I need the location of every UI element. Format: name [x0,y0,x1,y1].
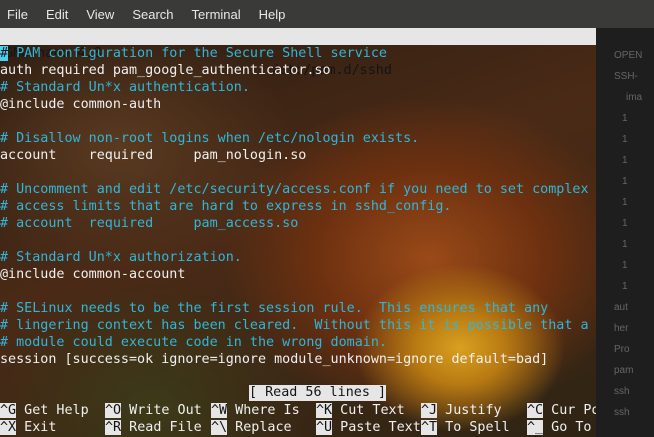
editor-line[interactable]: # account required pam_access.so [0,215,596,232]
shortcut-label: Write Out [121,403,202,418]
background-panel-item: Pro [614,344,630,355]
background-panel-item: 1 [622,218,628,229]
terminal-window[interactable]: GNU nano 4.8 /etc/pam.d/sshd # PAM confi… [0,28,596,437]
editor-line[interactable]: # Standard Un*x authorization. [0,249,596,266]
background-panel-item: 1 [622,260,628,271]
shortcut-label: Replace [227,420,292,435]
nano-status-message: [ Read 56 lines ] [249,385,387,401]
shortcut-key: ^C [527,403,544,418]
editor-line[interactable]: # Disallow non-root logins when /etc/nol… [0,130,596,147]
shortcut-write-out[interactable]: ^O Write Out [105,402,202,419]
shortcut-label: Go To Line [551,420,592,435]
terminal-menubar: File Edit View Search Terminal Help [0,0,654,28]
editor-line[interactable]: # access limits that are hard to express… [0,198,596,215]
background-panel-item: 1 [622,176,628,187]
menu-search[interactable]: Search [123,7,182,22]
background-panel-item: ssh [614,386,630,397]
shortcut-key: ^K [316,403,333,418]
background-panel-item: ima [626,92,643,103]
shortcut-get-help[interactable]: ^G Get Help [0,402,89,419]
shortcut-label: Paste Text [332,420,421,435]
shortcut-go-to-line[interactable]: ^_ Go To Line [527,419,596,436]
shortcut-bar-row-2: ^X Exit ^R Read File ^\ Replace ^U Paste Te… [0,419,596,436]
editor-line[interactable]: # module could execute code in the wrong… [0,334,596,351]
editor-line[interactable]: # PAM configuration for the Secure Shell… [0,45,596,62]
shortcut-justify[interactable]: ^J Justify [421,402,502,419]
shortcut-key: ^X [0,420,17,435]
background-panel-item: 1 [622,197,628,208]
shortcut-cut-text[interactable]: ^K Cut Text [316,402,405,419]
shortcut-key: ^T [421,420,438,435]
menu-edit[interactable]: Edit [37,7,77,22]
background-panel-item: 1 [622,113,628,124]
menu-view[interactable]: View [77,7,123,22]
background-panel-item: pam [614,365,634,376]
shortcut-key: ^U [316,420,333,435]
background-panel-item: ssh [614,407,630,418]
editor-line[interactable]: session [success=ok ignore=ignore module… [0,351,596,368]
shortcut-where-is[interactable]: ^W Where Is [211,402,300,419]
background-panel-item: her [614,323,629,334]
editor-line[interactable] [0,113,596,130]
background-panel-item: SSH- [614,71,638,82]
editor-line[interactable]: @include common-account [0,266,596,283]
shortcut-label: Where Is [227,403,300,418]
background-panel-item: 1 [622,281,628,292]
background-panel-item: aut [614,302,628,313]
shortcut-label: Justify [437,403,502,418]
editor-line[interactable] [0,283,596,300]
editor-line[interactable]: account required pam_nologin.so [0,147,596,164]
shortcut-bar-row-1: ^G Get Help ^O Write Out ^W Where Is ^K Cut… [0,402,596,419]
shortcut-key: ^\ [211,420,228,435]
shortcut-replace[interactable]: ^\ Replace [211,419,292,436]
shortcut-cur-pos[interactable]: ^C Cur Pos [527,402,596,419]
shortcut-to-spell[interactable]: ^T To Spell [421,419,510,436]
shortcut-paste-text[interactable]: ^U Paste Text [316,419,421,436]
shortcut-read-file[interactable]: ^R Read File [105,419,202,436]
shortcut-label: To Spell [437,420,510,435]
shortcut-label: Read File [121,420,202,435]
editor-line[interactable]: @include common-auth [0,96,596,113]
menu-terminal[interactable]: Terminal [183,7,250,22]
background-editor-panel: OPEN SSH-ima 1 1 1 1 1 1 1 1 1 aut her Pro pam ssh ssh [596,28,654,437]
editor-line[interactable]: # lingering context has been cleared. Wi… [0,317,596,334]
editor-line[interactable] [0,164,596,181]
shortcut-label: Cut Text [332,403,405,418]
background-panel-item: OPEN [614,50,643,61]
shortcut-key: ^_ [527,420,544,435]
shortcut-key: ^W [211,403,228,418]
background-panel-item: 1 [622,134,628,145]
menu-help[interactable]: Help [250,7,295,22]
shortcut-label: Exit [16,420,57,435]
text-cursor: # [0,46,9,61]
shortcut-key: ^G [0,403,17,418]
editor-line[interactable]: # Standard Un*x authentication. [0,79,596,96]
nano-title-bar: GNU nano 4.8 /etc/pam.d/sshd [0,28,596,78]
shortcut-key: ^J [421,403,438,418]
shortcut-label: Cur Pos [551,403,596,418]
shortcut-key: ^O [105,403,122,418]
shortcut-key: ^R [105,420,122,435]
menu-file[interactable]: File [0,7,37,22]
editor-line[interactable]: # SELinux needs to be the first session … [0,300,596,317]
editor-line[interactable]: # Uncomment and edit /etc/security/acces… [0,181,596,198]
shortcut-exit[interactable]: ^X Exit [0,419,56,436]
editor-line[interactable]: auth required pam_google_authenticator.s… [0,62,596,79]
background-panel-item: 1 [622,155,628,166]
shortcut-label: Get Help [16,403,89,418]
background-panel-item: 1 [622,239,628,250]
editor-line[interactable] [0,232,596,249]
